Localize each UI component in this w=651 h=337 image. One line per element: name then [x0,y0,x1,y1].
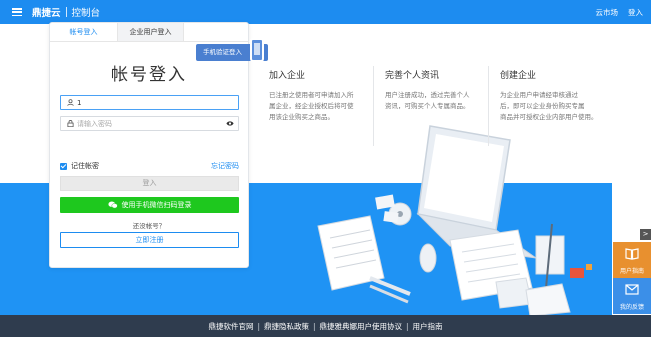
card-illustration [383,211,399,223]
feature-complete-profile: 完善个人资讯 用户注册成功，透过完善个人 资讯，可购买个人专属商品。 [385,68,495,112]
tab-enterprise-login[interactable]: 企业用户登入 [117,23,184,41]
login-tabs: 帐号登入 企业用户登入 [50,23,248,42]
sticky-notes-illustration [495,277,571,317]
user-guide-label: 用户指南 [619,268,644,275]
menu-icon[interactable] [12,8,22,16]
top-bar: 鼎捷云 控制台 云市场 登入 [0,0,651,24]
console-title[interactable]: 控制台 [72,5,101,19]
feature-desc: 已注册之使用者可申请加入所 属企业，经企业授权后将可使 用该企业购买之商品。 [269,91,354,121]
feature-divider [373,66,374,146]
footer-link-guide[interactable]: 用户指南 [413,321,443,332]
feature-title: 加入企业 [269,71,306,81]
login-button[interactable]: 登入 [60,176,239,191]
feedback-label: 我的反馈 [619,304,644,311]
remember-me[interactable]: 记住帐密 [60,161,99,171]
wechat-login-label: 使用手机微信扫码登录 [121,201,192,209]
feedback-button[interactable]: 我的反馈 [613,278,651,314]
brand-logo[interactable]: 鼎捷云 [32,5,61,19]
feature-desc: 用户注册成功，透过完善个人 资讯，可购买个人专属商品。 [385,91,470,110]
cup-illustration [570,264,592,278]
user-guide-button[interactable]: 用户指南 [613,242,651,278]
footer-separator: | [257,321,260,331]
brand-divider [65,7,67,17]
login-title: 帐号登入 [111,65,187,85]
forgot-password-link[interactable]: 忘记密码 [211,161,239,171]
mail-icon [625,284,639,295]
notebook-illustration [535,223,565,289]
user-icon [67,99,74,106]
footer-separator: | [406,321,409,331]
cloud-market-link[interactable]: 云市场 [596,7,619,18]
footer: 鼎捷软件官网 | 鼎捷隐私政策 | 鼎捷雅典娜用户使用协议 | 用户指南 [0,315,651,337]
username-field[interactable]: 1 [60,95,239,110]
sms-login-label: 手机验证登入 [203,48,242,56]
wechat-icon [107,201,118,209]
wechat-login-button[interactable]: 使用手机微信扫码登录 [60,197,239,213]
lock-icon [67,120,74,127]
office-illustration [317,125,592,317]
footer-link-website[interactable]: 鼎捷软件官网 [208,321,253,332]
username-value: 1 [77,98,82,107]
feature-divider [488,66,489,146]
footer-separator: | [312,321,316,331]
remember-label: 记住帐密 [71,162,99,170]
no-account-text: 还没帐号？ [132,222,166,230]
feature-title: 完善个人资讯 [385,71,440,81]
pencil-illustration [369,276,411,304]
sms-login-tag[interactable]: 手机验证登入 [196,38,268,62]
register-button[interactable]: 立即注册 [60,232,239,248]
footer-link-privacy[interactable]: 鼎捷隐私政策 [264,321,309,332]
feature-create-enterprise: 创建企业 为企业用户申请经审核通过 后，即可以企业身份购买专属 商品并可授权企业… [500,68,610,123]
tab-account-login[interactable]: 帐号登入 [50,23,117,41]
password-placeholder: 请输入密码 [77,119,112,128]
top-nav: 云市场 登入 [596,7,644,18]
password-field[interactable]: 请输入密码 [60,116,239,131]
feature-desc: 为企业用户申请经审核通过 后，即可以企业身份购买专属 商品并可授权企业内部用户使… [500,91,598,121]
phone-icon[interactable] [250,38,264,62]
feature-title: 创建企业 [500,71,537,81]
eye-icon[interactable] [226,120,234,127]
remember-checkbox[interactable] [60,162,67,170]
book-icon [625,248,639,260]
mouse-illustration [419,243,437,273]
footer-link-agreement[interactable]: 鼎捷雅典娜用户使用协议 [320,321,403,332]
top-login-link[interactable]: 登入 [628,7,643,18]
side-collapse-arrow[interactable]: > [640,229,651,240]
feature-join-enterprise: 加入企业 已注册之使用者可申请加入所 属企业，经企业授权后将可使 用该企业购买之… [269,68,379,123]
